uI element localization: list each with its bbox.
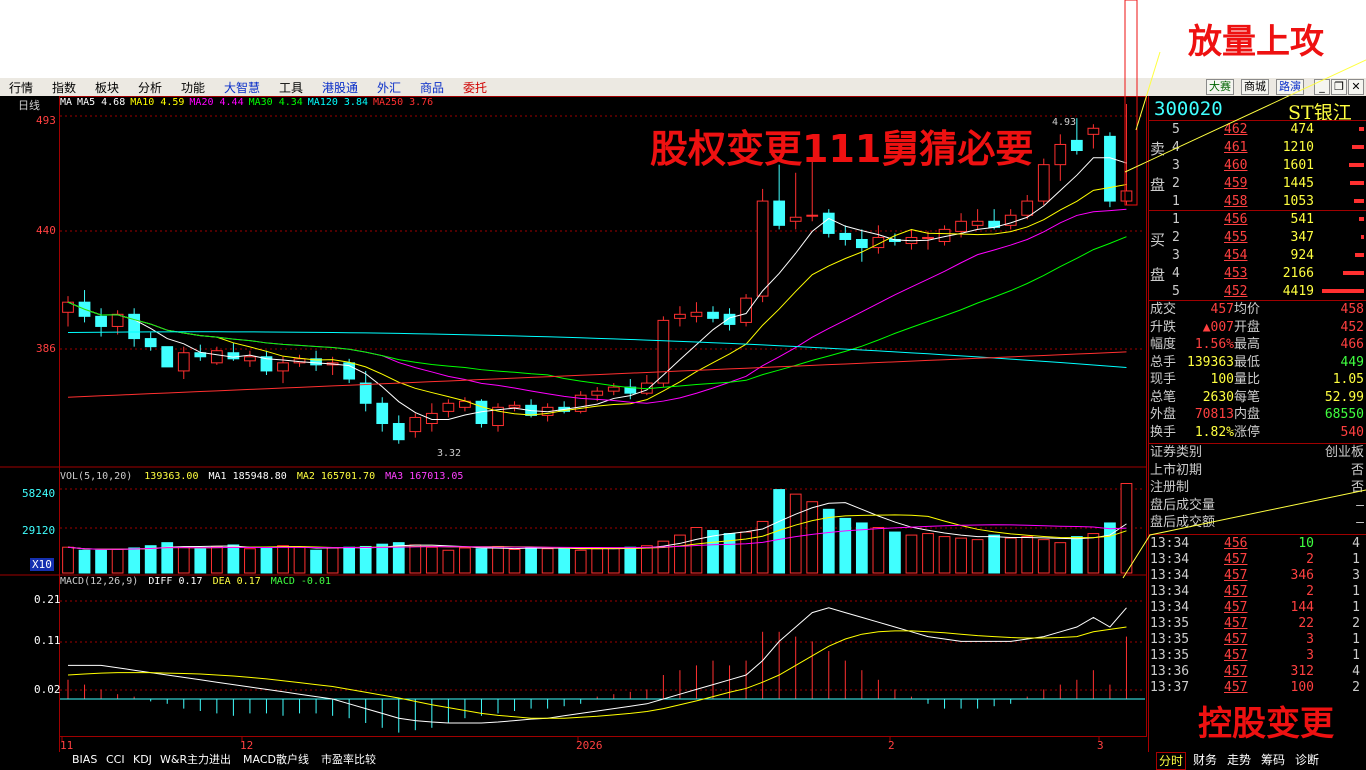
annotation-box [1124, 0, 1138, 206]
annotation-line-right [1124, 59, 1366, 173]
annotation-line-vol [1122, 489, 1366, 579]
annotation-lines [1122, 0, 1366, 579]
overlay-top-right: 放量上攻 [1188, 22, 1324, 62]
annotation-line-top [1135, 51, 1161, 131]
overlay-bottom-right: 控股变更 [1198, 704, 1334, 744]
overlay-center: 股权变更111舅猜必要 [650, 127, 1034, 171]
